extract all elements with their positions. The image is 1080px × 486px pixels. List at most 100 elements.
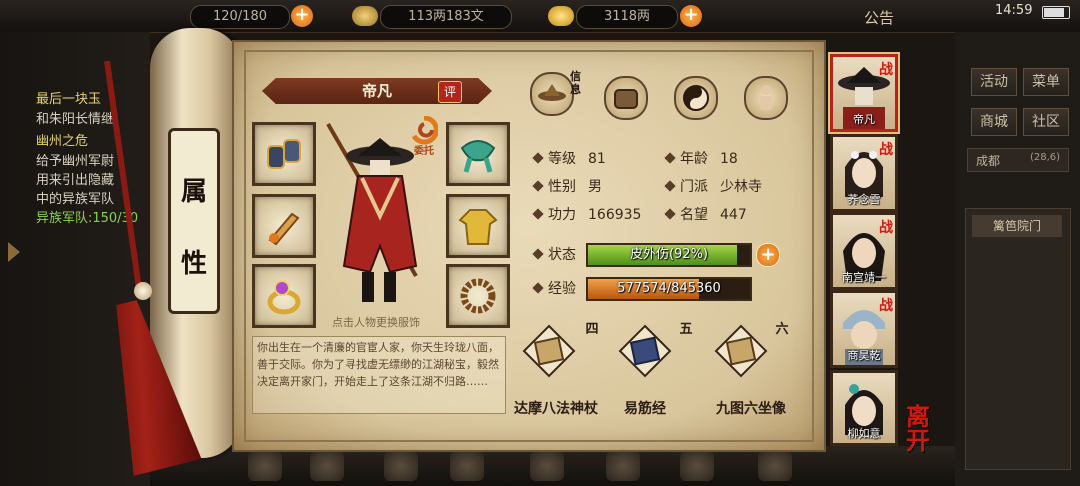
- party-member-card[interactable]: 战 帝凡: [830, 54, 898, 132]
- activity-button[interactable]: 活动: [971, 68, 1017, 96]
- power-value: 166935: [588, 207, 642, 223]
- nav-icon-7[interactable]: [680, 451, 714, 481]
- status-bar: 皮外伤(92%): [586, 243, 752, 267]
- nav-icon-4[interactable]: [450, 451, 484, 481]
- sect-value: 少林寺: [720, 179, 762, 195]
- silver-counter: 113两183文: [380, 5, 512, 29]
- skill-name: 达摩八法神杖: [514, 401, 598, 417]
- community-button[interactable]: 社区: [1023, 108, 1069, 136]
- party-member-name: 柳如意: [847, 427, 881, 440]
- exp-bar: 577574/845360: [586, 277, 752, 301]
- tab-info[interactable]: [530, 72, 574, 116]
- prayer-beads-icon: [460, 278, 496, 314]
- leave-button[interactable]: 离开: [906, 405, 952, 455]
- location-name: 成都: [976, 154, 1001, 168]
- gold-counter: 3118两: [576, 5, 678, 29]
- gold-value: 3118两: [603, 9, 651, 24]
- add-stamina-button[interactable]: +: [291, 5, 313, 27]
- scroll-title-char-2: 性: [180, 249, 207, 279]
- location-box[interactable]: 成都 (28,6): [967, 148, 1069, 172]
- equip-slot-armor[interactable]: [446, 194, 510, 258]
- scarf-icon: [460, 140, 496, 173]
- place-list: 篱笆院门: [965, 208, 1071, 470]
- change-outfit-hint: 点击人物更换服饰: [332, 316, 420, 329]
- quest-desc-2a: 给予幽州军尉: [36, 154, 115, 169]
- age-value: 18: [720, 151, 738, 167]
- fame-value: 447: [720, 207, 747, 223]
- battle-tag: 战: [879, 298, 893, 314]
- quest-desc-2b: 用来引出隐藏: [36, 173, 115, 188]
- ring-icon: [267, 280, 301, 315]
- top-resource-bar: [0, 0, 1080, 33]
- delegate-label[interactable]: 委托: [403, 142, 445, 157]
- level-value: 81: [588, 151, 606, 167]
- tab-info-label: 信息: [570, 70, 581, 96]
- exp-bar-text: 577574/845360: [617, 281, 721, 296]
- robe-icon: [458, 209, 498, 245]
- announcement-button[interactable]: 公告: [864, 7, 894, 28]
- skill-book-icon[interactable]: [522, 324, 576, 378]
- nav-icon-1[interactable]: [248, 451, 282, 481]
- menu-button[interactable]: 菜单: [1023, 68, 1069, 96]
- nav-icon-2[interactable]: [310, 451, 344, 481]
- stamina-counter: 120/180: [190, 5, 290, 29]
- party-member-card[interactable]: 战 荞念雪: [830, 134, 898, 212]
- tab-bagua[interactable]: [674, 76, 718, 120]
- dart-icon: [268, 212, 300, 246]
- tassel-bead: [134, 282, 152, 300]
- skill-book-icon[interactable]: [618, 324, 672, 378]
- gold-ingot-icon: [548, 6, 574, 26]
- straw-hat-icon: [538, 84, 566, 101]
- power-label: 功力: [548, 207, 576, 223]
- nav-icon-3[interactable]: [384, 451, 418, 481]
- silver-value: 113两183文: [408, 9, 484, 24]
- status-label: 状态: [548, 247, 576, 263]
- silver-coin-icon: [352, 6, 378, 26]
- equip-slot-hat[interactable]: [446, 122, 510, 186]
- party-member-name: 荞念雪: [847, 193, 881, 206]
- scroll-title-label: 属 性: [168, 128, 220, 314]
- quest-title-2[interactable]: 幽州之危: [36, 132, 88, 151]
- clock-time: 14:59: [995, 3, 1033, 18]
- quest-tracker-panel: 最后一块玉 和朱阳长情继 幽州之危 给予幽州军尉 用来引出隐藏 中的异族军队 异…: [0, 32, 150, 486]
- yin-yang-icon: [683, 85, 709, 111]
- level-label: 等级: [548, 151, 576, 167]
- status-bar-text: 皮外伤(92%): [629, 247, 709, 262]
- scroll-title-char-1: 属: [180, 177, 207, 207]
- equip-slot-necklace[interactable]: [446, 264, 510, 328]
- quest-title-1[interactable]: 最后一块玉: [36, 90, 101, 109]
- battle-tag: 战: [879, 220, 893, 236]
- skill-book-icon[interactable]: [714, 324, 768, 378]
- location-coords: (28,6): [1030, 152, 1061, 163]
- quest-desc-1: 和朱阳长情继: [36, 112, 115, 127]
- equip-slot-ring[interactable]: [252, 264, 316, 328]
- add-gold-button[interactable]: +: [680, 5, 702, 27]
- battle-tag: 战: [879, 62, 893, 78]
- skill-slot-number: 四: [585, 322, 599, 337]
- party-member-card[interactable]: 战 商昊乾: [830, 290, 898, 368]
- party-member-card[interactable]: 战 南宫靖一: [830, 212, 898, 290]
- party-member-name: 商昊乾: [847, 349, 881, 362]
- tab-meridians[interactable]: [744, 76, 788, 120]
- nav-icon-6[interactable]: [606, 451, 640, 481]
- body-figure-icon: [760, 85, 772, 110]
- skill-slot-number: 六: [775, 322, 789, 337]
- battery-icon: [1042, 6, 1070, 19]
- place-item[interactable]: 篱笆院门: [972, 215, 1062, 237]
- stamina-value: 120/180: [212, 9, 267, 24]
- rate-button[interactable]: 评: [438, 81, 462, 103]
- gender-value: 男: [588, 179, 602, 195]
- nav-icon-5[interactable]: [530, 451, 564, 481]
- party-member-card[interactable]: 柳如意: [830, 370, 898, 446]
- battle-tag: 战: [879, 142, 893, 158]
- equip-slot-weapon[interactable]: [252, 122, 316, 186]
- tab-equipment[interactable]: [604, 76, 648, 120]
- nav-icon-8[interactable]: [758, 451, 792, 481]
- age-label: 年龄: [680, 151, 708, 167]
- shop-button[interactable]: 商城: [971, 108, 1017, 136]
- heal-button[interactable]: +: [756, 243, 780, 267]
- expand-arrow-icon[interactable]: [8, 242, 20, 262]
- equip-slot-hidden-weapon[interactable]: [252, 194, 316, 258]
- bottom-nav-bar: [150, 446, 955, 486]
- exp-label: 经验: [548, 281, 576, 297]
